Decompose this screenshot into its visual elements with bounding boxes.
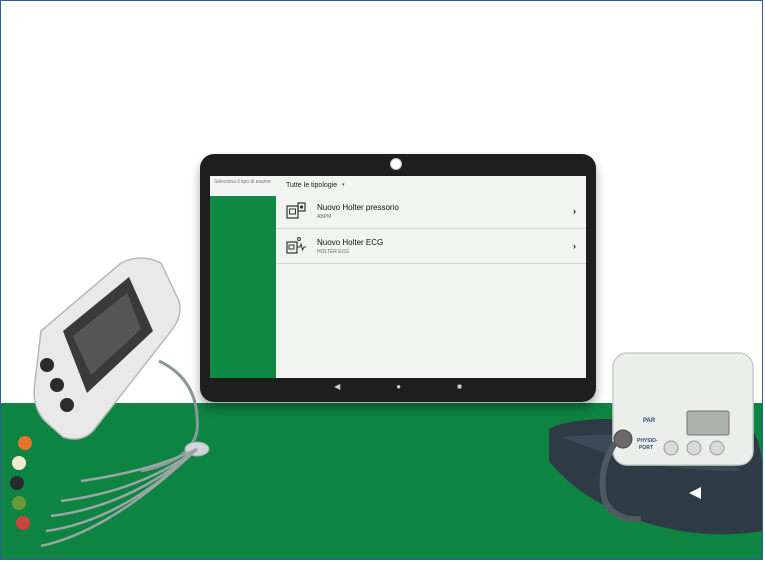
main-panel: Tutte le tipologie ▾ Nuovo Holter presso… <box>276 176 586 378</box>
tablet-camera <box>390 158 402 170</box>
chevron-right-icon: › <box>573 241 576 251</box>
scene-frame: PAR PHYSIO- PORT Seleziona il tipo di es… <box>0 0 763 560</box>
recents-icon[interactable]: ■ <box>457 382 462 391</box>
chevron-down-icon: ▾ <box>342 182 345 188</box>
tablet: Seleziona il tipo di esame Tutte le tipo… <box>200 154 596 402</box>
pressure-holter-icon <box>286 202 306 219</box>
ecg-holter-icon <box>286 237 306 254</box>
sidebar: Seleziona il tipo di esame <box>210 176 276 378</box>
abpm-model-line2: PORT <box>639 445 653 451</box>
list-item-subtitle: HOLTER ECG <box>317 248 350 255</box>
list-item-title: Nuovo Holter ECG <box>317 237 384 247</box>
list-item-title: Nuovo Holter pressorio <box>317 202 399 212</box>
sidebar-header: Seleziona il tipo di esame <box>210 176 276 196</box>
abpm-model-line1: PHYSIO- <box>637 438 658 444</box>
home-icon[interactable]: ● <box>396 382 401 391</box>
list-item-pressure-holter[interactable]: Nuovo Holter pressorio ABPM › <box>276 194 586 229</box>
chevron-right-icon: › <box>573 206 576 216</box>
android-nav-bar: ◀ ● ■ <box>210 378 586 394</box>
type-filter-label: Tutte le tipologie <box>286 181 338 189</box>
type-filter-dropdown[interactable]: Tutte le tipologie ▾ <box>276 176 586 194</box>
abpm-brand-text: PAR <box>643 418 656 424</box>
list-item-subtitle: ABPM <box>317 213 332 220</box>
back-icon[interactable]: ◀ <box>334 382 340 391</box>
list-item-ecg-holter[interactable]: Nuovo Holter ECG HOLTER ECG › <box>276 229 586 264</box>
tablet-screen: Seleziona il tipo di esame Tutte le tipo… <box>210 176 586 378</box>
ecg-holter-device <box>10 257 210 548</box>
